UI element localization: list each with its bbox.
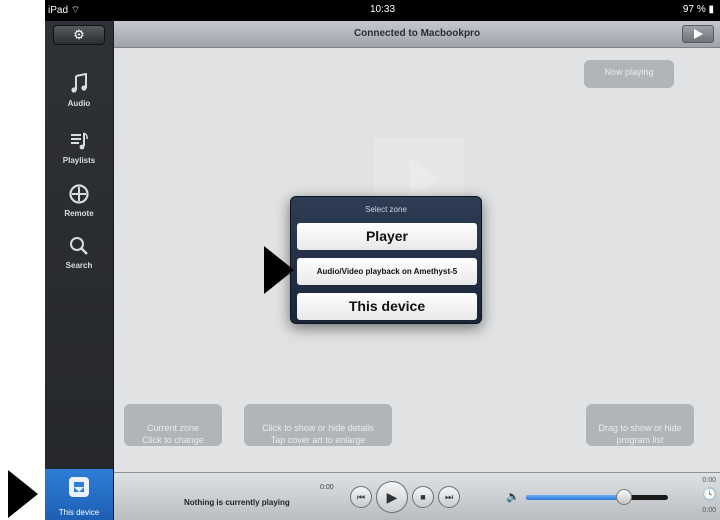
- zone-option-amethyst[interactable]: Audio/Video playback on Amethyst-5: [297, 258, 477, 285]
- zone-option-this-device[interactable]: This device: [297, 293, 477, 320]
- this-device-tab[interactable]: This device: [45, 469, 113, 520]
- stop-icon: ■: [420, 492, 426, 502]
- play-button[interactable]: ▶: [376, 481, 408, 513]
- device-icon: [67, 475, 91, 504]
- pointer-arrow-device: [8, 470, 38, 518]
- stop-button[interactable]: ■: [412, 486, 434, 508]
- sidebar-item-search[interactable]: Search: [45, 235, 113, 270]
- sidebar-item-label: Remote: [64, 209, 94, 218]
- music-note-icon: [45, 72, 113, 97]
- settings-button[interactable]: ⚙: [53, 25, 105, 45]
- volume-slider[interactable]: [526, 489, 668, 505]
- hint-text: Drag to show or hide program list: [598, 423, 682, 445]
- zone-select-popup: Select zone Player Audio/Video playback …: [290, 196, 482, 324]
- hint-text: Now playing: [604, 67, 654, 77]
- previous-button[interactable]: ⏮: [350, 486, 372, 508]
- next-icon: ⏭: [444, 492, 454, 502]
- gear-icon: ⚙: [73, 27, 85, 42]
- zone-option-player[interactable]: Player: [297, 223, 477, 250]
- hint-text: Current zone Click to change: [142, 423, 204, 445]
- now-playing-text: Nothing is currently playing: [184, 498, 290, 507]
- remaining-time-top: 0:00: [702, 477, 716, 484]
- popup-title: Select zone: [365, 205, 407, 214]
- zone-option-label: This device: [348, 298, 426, 314]
- player-bar: Nothing is currently playing 0:00 ⏮ ▶ ■ …: [114, 472, 720, 520]
- hint-details: Click to show or hide details Tap cover …: [244, 404, 392, 446]
- clock-icon[interactable]: 🕓: [702, 487, 717, 501]
- pointer-arrow-zone: [264, 246, 294, 294]
- zone-option-label: Audio/Video playback on Amethyst-5: [316, 267, 458, 276]
- sidebar-item-label: Search: [65, 261, 93, 270]
- sidebar: ⚙ Audio Playlists Remote Search This dev…: [45, 21, 114, 520]
- hint-text: Click to show or hide details Tap cover …: [262, 423, 374, 445]
- remaining-time-bottom: 0:00: [702, 507, 716, 514]
- device-tab-label: This device: [58, 508, 100, 517]
- sidebar-item-label: Playlists: [62, 156, 96, 165]
- playlist-icon: [45, 130, 113, 154]
- hint-current-zone: Current zone Click to change: [124, 404, 222, 446]
- elapsed-time: 0:00: [320, 484, 334, 491]
- hint-now-playing: Now playing: [584, 60, 674, 88]
- now-playing-button[interactable]: [682, 25, 714, 43]
- header-bar: Connected to Macbookpro: [114, 21, 720, 48]
- sidebar-item-remote[interactable]: Remote: [45, 183, 113, 218]
- clock-time: 10:33: [369, 4, 396, 15]
- sidebar-item-audio[interactable]: Audio: [45, 72, 113, 108]
- page-title: Connected to Macbookpro: [353, 28, 481, 39]
- volume-thumb[interactable]: [615, 489, 632, 505]
- status-bar: iPad ⌔ 10:33 97 % ▮: [45, 0, 720, 21]
- next-button[interactable]: ⏭: [438, 486, 460, 508]
- zone-option-label: Player: [365, 228, 409, 244]
- sidebar-item-label: Audio: [67, 99, 91, 108]
- remote-icon: [45, 183, 113, 207]
- sidebar-item-playlists[interactable]: Playlists: [45, 130, 113, 165]
- previous-icon: ⏮: [356, 492, 366, 502]
- search-icon: [45, 235, 113, 259]
- hint-program-list: Drag to show or hide program list: [586, 404, 694, 446]
- play-arrow-icon: [683, 29, 713, 46]
- play-icon: ▶: [386, 489, 398, 505]
- volume-fill: [526, 495, 624, 500]
- battery-indicator: 97 % ▮: [682, 4, 714, 15]
- volume-icon: 🔈: [506, 491, 520, 503]
